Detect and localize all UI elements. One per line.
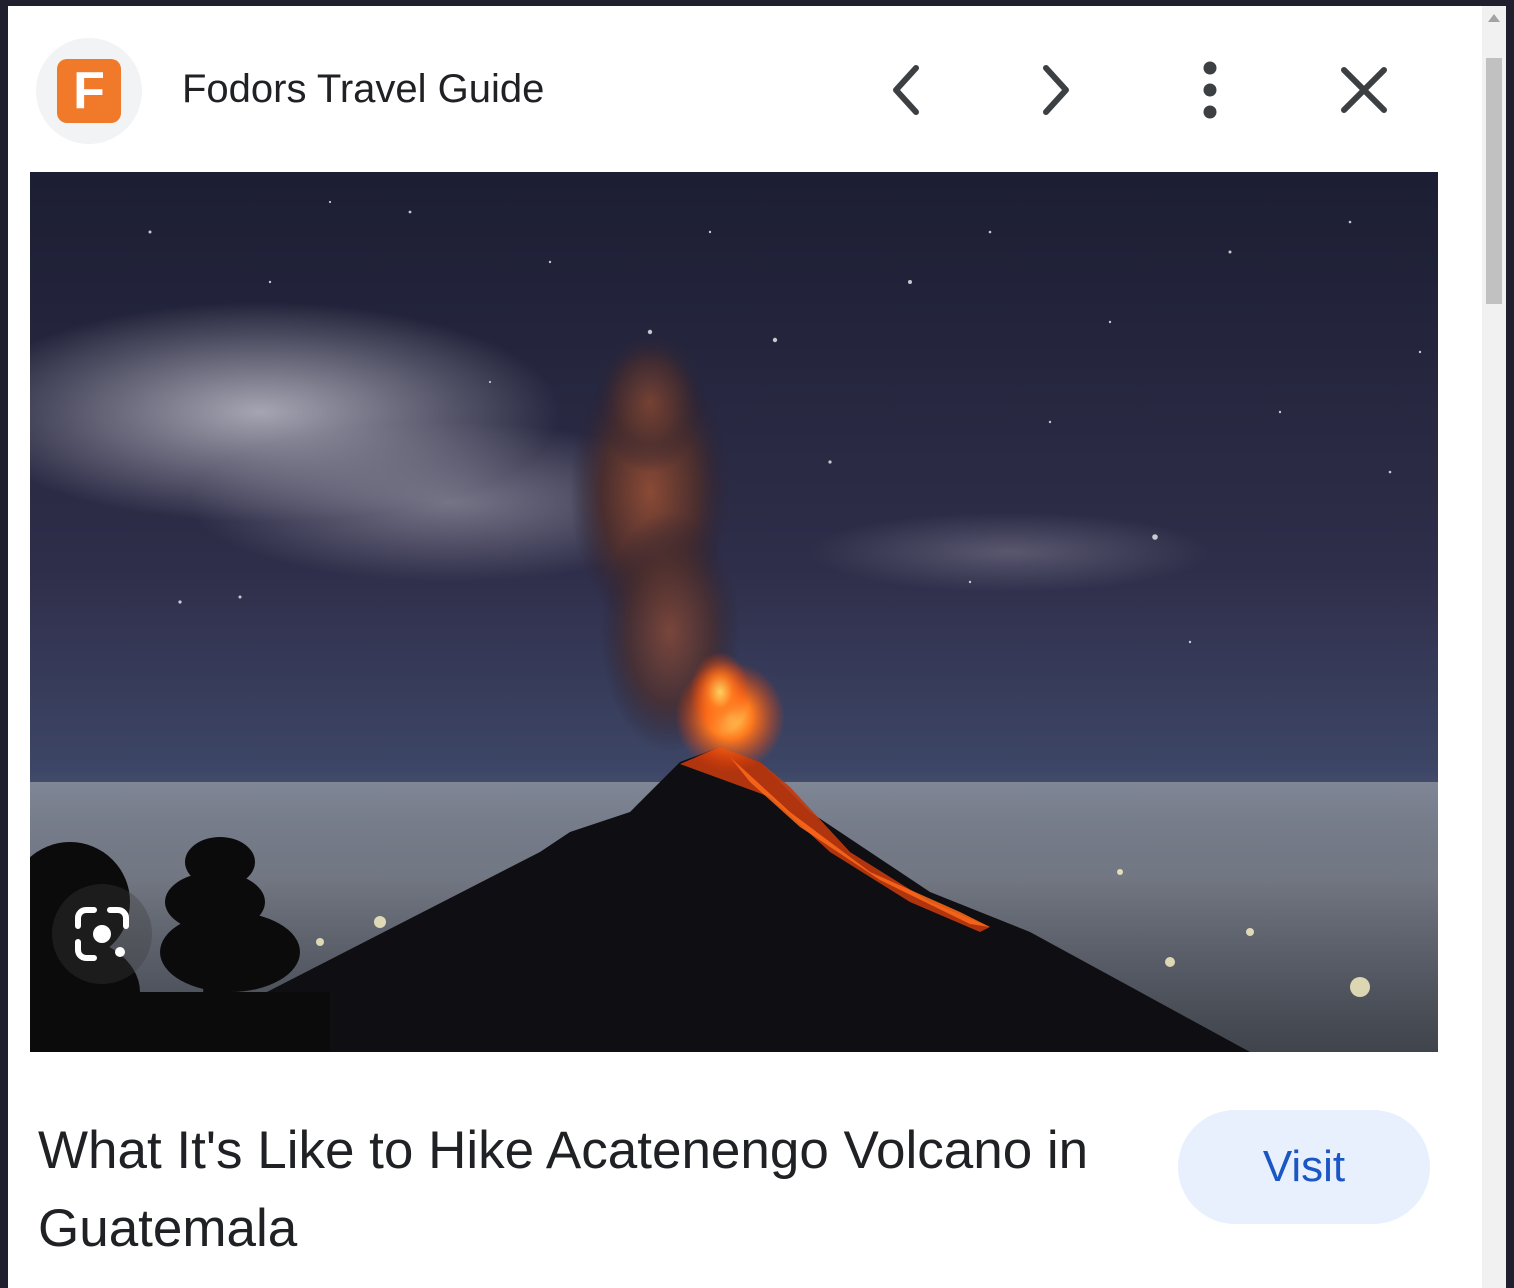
article-title[interactable]: What It's Like to Hike Acatenengo Volcan… — [38, 1112, 1138, 1268]
scrollbar-thumb[interactable] — [1486, 58, 1502, 304]
site-favicon-container[interactable]: F — [36, 38, 142, 144]
volcano-photo — [30, 172, 1438, 1052]
preview-image[interactable] — [30, 172, 1438, 1052]
visit-button[interactable]: Visit — [1178, 1110, 1430, 1224]
vertical-scrollbar[interactable] — [1482, 6, 1506, 1288]
chevron-left-icon — [893, 65, 919, 115]
preview-panel: F Fodors Travel Guide What It's Like to … — [8, 6, 1482, 1288]
preview-footer: What It's Like to Hike Acatenengo Volcan… — [8, 1052, 1482, 1288]
site-name[interactable]: Fodors Travel Guide — [182, 64, 544, 114]
preview-header: F Fodors Travel Guide — [8, 6, 1482, 170]
scroll-up-icon[interactable] — [1488, 14, 1500, 22]
chevron-right-icon — [1043, 65, 1069, 115]
google-lens-icon — [75, 907, 129, 961]
next-button[interactable] — [1022, 56, 1090, 124]
previous-button[interactable] — [872, 56, 940, 124]
close-button[interactable] — [1330, 56, 1398, 124]
site-favicon: F — [57, 59, 121, 123]
more-vert-icon — [1203, 61, 1217, 119]
visual-search-button[interactable] — [52, 884, 152, 984]
close-icon — [1341, 67, 1387, 113]
more-options-button[interactable] — [1176, 56, 1244, 124]
image-preview-window: F Fodors Travel Guide What It's Like to … — [8, 6, 1506, 1288]
